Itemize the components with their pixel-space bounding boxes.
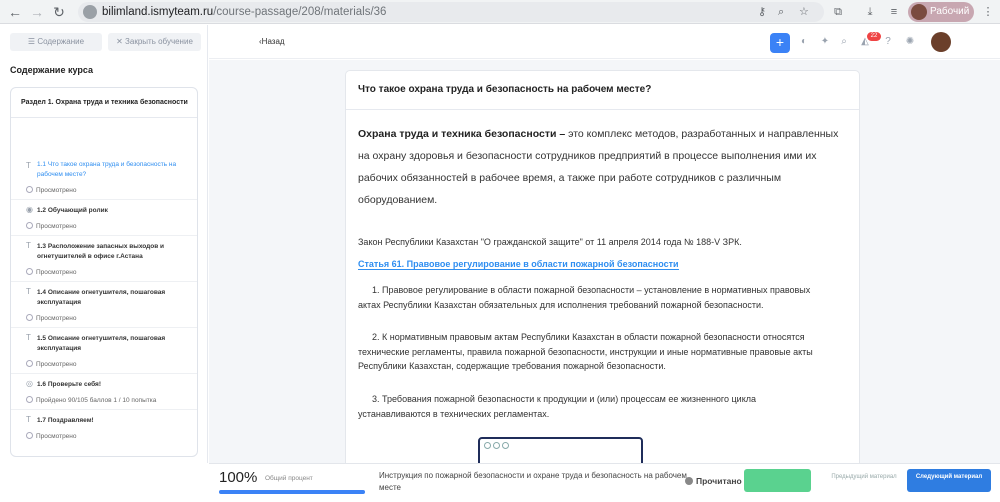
toc-section-title[interactable]: Раздел 1. Охрана труда и техника безопас… [11, 88, 197, 118]
toc-lesson-4[interactable]: T 1.4 Описание огнетушителя, пошаговая э… [11, 282, 197, 328]
toc-lesson-title[interactable]: 1.7 Поздравляем! [37, 416, 187, 426]
user-avatar[interactable] [931, 32, 951, 52]
toc-lesson-title[interactable]: 1.2 Обучающий ролик [37, 206, 187, 216]
course-toc: Раздел 1. Охрана труда и техника безопас… [10, 87, 198, 457]
read-status: Прочитано [685, 476, 742, 486]
toc-lesson-status: Просмотрено [26, 432, 77, 440]
article-paragraph-1: 1. Правовое регулирование в области пожа… [358, 285, 811, 310]
browser-menu-icon[interactable]: ⋮ [980, 4, 996, 20]
profile-avatar [911, 4, 927, 20]
course-sidebar: ☰ Содержание ✕ Закрыть обучение Содержан… [0, 25, 208, 463]
check-circle-icon [685, 477, 693, 485]
mark-read-button[interactable] [744, 469, 811, 492]
close-course-button[interactable]: ✕ Закрыть обучение [108, 33, 201, 51]
reload-icon[interactable]: ↻ [50, 3, 68, 21]
illustration-image [478, 437, 643, 463]
lightbulb-icon[interactable]: ✦ [819, 36, 831, 48]
toc-lesson-5[interactable]: T 1.5 Описание огнетушителя, пошаговая э… [11, 328, 197, 374]
check-circle-icon [26, 314, 33, 321]
toc-lesson-6[interactable]: ◎ 1.6 Проверьте себя! Пройдено 90/105 ба… [11, 374, 197, 410]
check-circle-icon [26, 186, 33, 193]
back-arrow-icon[interactable]: ← [6, 3, 24, 21]
previous-material-button[interactable]: Предыдущий материал [824, 469, 904, 492]
progress-fill [219, 490, 365, 494]
text-type-icon: T [26, 161, 31, 170]
intro-paragraph: Охрана труда и техника безопасности – эт… [358, 123, 848, 211]
url-path: /course-passage/208/materials/36 [213, 6, 387, 18]
next-material-title: Инструкция по пожарной безопасности и ох… [379, 471, 687, 492]
download-icon[interactable]: ⤓ [862, 4, 878, 20]
toc-lesson-7[interactable]: T 1.7 Поздравляем! Просмотрено [11, 410, 197, 446]
article-link[interactable]: Статья 61. Правовое регулирование в обла… [358, 259, 679, 270]
browser-toolbar: ← → ↻ bilimland.ismyteam.ru/course-passa… [0, 0, 1000, 24]
toc-lesson-title[interactable]: 1.4 Описание огнетушителя, пошаговая экс… [37, 288, 187, 307]
law-reference: Закон Республики Казахстан "О гражданско… [358, 237, 742, 247]
toc-lesson-3[interactable]: T 1.3 Расположение запасных выходов и ог… [11, 236, 197, 282]
progress-bar-footer: 100% Общий процент Инструкция по пожарно… [209, 463, 1000, 502]
progress-percent: 100% [219, 469, 258, 486]
site-info-icon[interactable] [83, 5, 97, 19]
profile-chip[interactable]: Рабочий [908, 2, 974, 22]
material-title: Что такое охрана труда и безопасность на… [358, 84, 652, 95]
progress-track [219, 490, 365, 494]
text-type-icon: T [26, 241, 31, 250]
address-bar[interactable]: bilimland.ismyteam.ru/course-passage/208… [78, 2, 824, 22]
next-material-button[interactable]: Следующий материал [907, 469, 991, 492]
text-type-icon: T [26, 287, 31, 296]
profile-name: Рабочий [930, 6, 970, 17]
zoom-icon[interactable]: ⌕ [778, 6, 784, 18]
contents-button[interactable]: ☰ Содержание [10, 33, 102, 51]
add-button[interactable]: + [770, 33, 790, 53]
divider [346, 109, 859, 110]
toc-lesson-status: Пройдено 90/105 баллов 1 / 10 попытка [26, 396, 156, 404]
toc-lesson-1[interactable]: T 1.1 Что такое охрана труда и безопасно… [11, 156, 197, 200]
toc-lesson-title[interactable]: 1.3 Расположение запасных выходов и огне… [37, 242, 187, 261]
toc-lesson-title[interactable]: 1.6 Проверьте себя! [37, 380, 187, 390]
gear-icon[interactable]: ✺ [904, 36, 916, 48]
toc-lesson-status: Просмотрено [26, 222, 77, 230]
check-circle-icon [26, 222, 33, 229]
check-circle-icon [26, 396, 33, 403]
quiz-type-icon: ◎ [26, 379, 33, 388]
search-icon[interactable]: ⌕ [838, 36, 850, 48]
toc-lesson-status: Просмотрено [26, 314, 77, 322]
text-type-icon: T [26, 333, 31, 342]
intro-term: Охрана труда и техника безопасности – [358, 128, 566, 140]
text-type-icon: T [26, 415, 31, 424]
bookmark-star-icon[interactable]: ☆ [799, 6, 809, 18]
close-icon: ✕ [116, 37, 126, 46]
extensions-icon[interactable]: ⧉ [830, 4, 846, 20]
video-type-icon: ◉ [26, 205, 33, 214]
article-paragraph-3: 3. Требования пожарной безопасности к пр… [358, 394, 756, 419]
back-link[interactable]: ‹Назад [259, 37, 285, 46]
toc-lesson-status: Просмотрено [26, 268, 77, 276]
toc-lesson-2[interactable]: ◉ 1.2 Обучающий ролик Просмотрено [11, 200, 197, 236]
article-paragraph-2: 2. К нормативным правовым актам Республи… [358, 332, 813, 371]
material-card: Что такое охрана труда и безопасность на… [345, 70, 860, 463]
app-topbar: ‹Назад + ◐ ✦ ⌕ ◭ 22 ? ✺ [209, 25, 1000, 59]
check-circle-icon [26, 360, 33, 367]
forward-arrow-icon[interactable]: → [28, 3, 46, 21]
help-icon[interactable]: ? [882, 36, 894, 48]
toc-lesson-title[interactable]: 1.1 Что такое охрана труда и безопасност… [37, 160, 187, 179]
toc-lesson-status: Просмотрено [26, 360, 77, 368]
key-icon[interactable]: ⚷ [758, 6, 766, 18]
progress-label: Общий процент [265, 475, 313, 482]
media-icon[interactable]: ≡ [886, 4, 902, 20]
check-circle-icon [26, 268, 33, 275]
sidebar-heading: Содержание курса [10, 65, 93, 75]
chat-icon[interactable]: ◐ [798, 36, 810, 48]
toc-lesson-title[interactable]: 1.5 Описание огнетушителя, пошаговая экс… [37, 334, 187, 353]
list-icon: ☰ [27, 37, 38, 46]
url-host: bilimland.ismyteam.ru [102, 6, 214, 18]
notifications-badge: 22 [867, 32, 881, 41]
toc-lesson-status: Просмотрено [26, 186, 77, 194]
check-circle-icon [26, 432, 33, 439]
